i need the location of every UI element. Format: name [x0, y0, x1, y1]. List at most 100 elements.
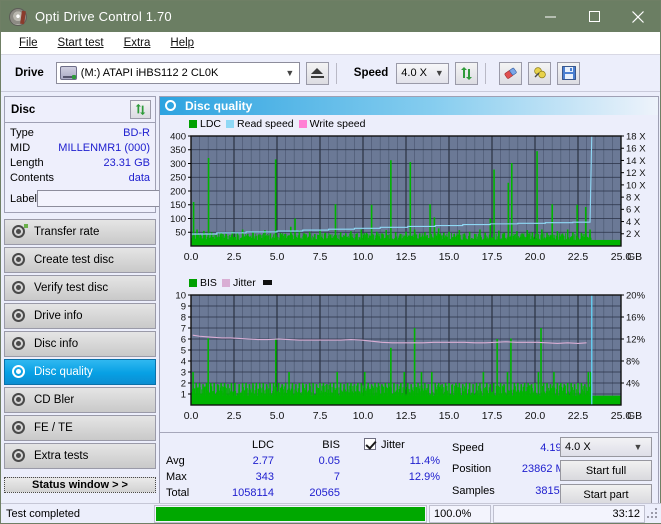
- jitter-checkbox-cell[interactable]: Jitter: [350, 437, 446, 454]
- status-bar: Test completed 100.0% 33:12: [1, 503, 661, 523]
- disc-label-row: Label: [10, 189, 150, 208]
- save-icon: [562, 66, 576, 80]
- disc-mid-value: MILLENMR1 (000): [58, 141, 150, 156]
- svg-text:16 X: 16 X: [626, 144, 646, 155]
- maximize-icon[interactable]: [572, 1, 616, 32]
- sidebar-item-fe-te[interactable]: FE / TE: [4, 415, 156, 441]
- svg-text:8%: 8%: [626, 356, 640, 367]
- speed-select-value: 4.0 X: [401, 67, 427, 79]
- gauge-icon: [11, 308, 27, 324]
- gauge-icon: [11, 420, 27, 436]
- test-speed-select[interactable]: 4.0 X ▼: [560, 437, 652, 457]
- svg-text:12.5: 12.5: [396, 410, 417, 422]
- sidebar-item-label: CD Bler: [34, 394, 74, 406]
- drive-select[interactable]: (M:) ATAPI iHBS112 2 CL0K ▼: [56, 62, 300, 84]
- svg-text:2.5: 2.5: [227, 251, 242, 263]
- chevron-down-icon: ▼: [430, 68, 448, 78]
- disc-length-value: 23.31 GB: [104, 156, 150, 171]
- svg-text:10 X: 10 X: [626, 180, 646, 191]
- sidebar-item-drive-info[interactable]: Drive info: [4, 303, 156, 329]
- menu-start-test[interactable]: Start test: [48, 34, 114, 52]
- disc-row-type: Type BD-R: [10, 126, 150, 141]
- disc-contents-label: Contents: [10, 171, 54, 186]
- gauge-icon: [11, 252, 27, 268]
- disc-contents-value: data: [129, 171, 150, 186]
- refresh-button[interactable]: [455, 62, 478, 85]
- sidebar-item-label: Create test disc: [34, 254, 114, 266]
- stats-total-ldc: 1058114: [218, 486, 288, 502]
- gauge-icon: [11, 392, 27, 408]
- drive-select-value: (M:) ATAPI iHBS112 2 CL0K: [81, 67, 281, 79]
- svg-text:0.0: 0.0: [184, 251, 199, 263]
- jitter-checkbox[interactable]: [364, 438, 376, 450]
- stats-avg-ldc: 2.77: [218, 454, 288, 470]
- toolbar-divider-1: [336, 63, 337, 84]
- svg-text:8: 8: [181, 312, 186, 323]
- stats-avg-jitter: 11.4%: [350, 454, 446, 470]
- sidebar-item-extra-tests[interactable]: Extra tests: [4, 443, 156, 469]
- svg-text:7: 7: [181, 323, 186, 334]
- stats-row-max: Max 343 7 12.9%: [166, 470, 446, 486]
- stats-col-bis: BIS: [288, 437, 350, 454]
- svg-text:5.0: 5.0: [270, 410, 285, 422]
- chevron-down-icon: ▼: [629, 442, 647, 452]
- legend-item-ldc: LDC: [189, 118, 221, 130]
- svg-text:5: 5: [181, 345, 186, 356]
- legend-item-read-speed: Read speed: [226, 118, 294, 130]
- disc-refresh-button[interactable]: [130, 100, 151, 119]
- stats-total-jitter: [350, 486, 446, 502]
- svg-text:22.5: 22.5: [568, 251, 589, 263]
- svg-text:18 X: 18 X: [626, 131, 646, 142]
- run-position-label: Position: [452, 459, 508, 481]
- disc-row-length: Length 23.31 GB: [10, 156, 150, 171]
- close-icon[interactable]: [616, 1, 660, 32]
- svg-text:200: 200: [170, 186, 186, 197]
- erase-button[interactable]: [499, 62, 522, 85]
- chart-ldc: 501001502002503003504002 X4 X6 X8 X10 X1…: [163, 130, 655, 273]
- sidebar-item-transfer-rate[interactable]: Transfer rate: [4, 219, 156, 245]
- start-full-button[interactable]: Start full: [560, 460, 652, 481]
- progress-fill: [156, 507, 425, 521]
- legend-label-ldc: LDC: [200, 118, 221, 130]
- eject-button[interactable]: [306, 62, 329, 85]
- minimize-icon[interactable]: [528, 1, 572, 32]
- svg-text:150: 150: [170, 200, 186, 211]
- svg-text:2: 2: [181, 378, 186, 389]
- status-window-button[interactable]: Status window > >: [4, 477, 156, 493]
- tools-button[interactable]: [528, 62, 551, 85]
- stats-table: LDC BIS Jitter Avg 2.77 0.05 11.4%: [166, 437, 446, 502]
- menu-extra[interactable]: Extra: [114, 34, 161, 52]
- disc-quality-icon: [165, 100, 178, 113]
- action-buttons: 4.0 X ▼ Start full Start part: [560, 437, 652, 505]
- window-title: Opti Drive Control 1.70: [35, 9, 172, 24]
- legend-chart2: BIS Jitter: [163, 276, 655, 289]
- start-part-button[interactable]: Start part: [560, 484, 652, 505]
- disc-panel-title: Disc: [11, 104, 35, 116]
- nav-list: Transfer rate Create test disc Verify te…: [4, 219, 156, 469]
- main-content: Disc quality LDC Read speed: [159, 92, 661, 496]
- svg-text:12%: 12%: [626, 334, 646, 345]
- save-button[interactable]: [557, 62, 580, 85]
- stats-max-bis: 7: [288, 470, 350, 486]
- body: Disc Type BD-R MID MILL: [1, 92, 660, 496]
- sidebar-item-disc-info[interactable]: Disc info: [4, 331, 156, 357]
- menu-file[interactable]: File: [9, 34, 48, 52]
- gauge-icon: [11, 224, 27, 240]
- svg-text:10: 10: [175, 290, 186, 301]
- resize-grip-icon[interactable]: [646, 507, 660, 521]
- sidebar-item-disc-quality[interactable]: Disc quality: [4, 359, 156, 385]
- svg-text:14 X: 14 X: [626, 156, 646, 167]
- stats-panel: LDC BIS Jitter Avg 2.77 0.05 11.4%: [160, 432, 658, 506]
- sidebar-item-cd-bler[interactable]: CD Bler: [4, 387, 156, 413]
- stats-row-label: Total: [166, 486, 218, 502]
- sidebar-item-verify-test-disc[interactable]: Verify test disc: [4, 275, 156, 301]
- speed-select[interactable]: 4.0 X ▼: [396, 63, 449, 84]
- menu-extra-label: Extra: [124, 37, 151, 49]
- sidebar-item-create-test-disc[interactable]: Create test disc: [4, 247, 156, 273]
- menu-help[interactable]: Help: [160, 34, 204, 52]
- stats-row-avg: Avg 2.77 0.05 11.4%: [166, 454, 446, 470]
- disc-panel-header: Disc: [5, 97, 155, 123]
- refresh-icon: [459, 66, 474, 81]
- disc-mid-label: MID: [10, 141, 30, 156]
- disc-type-value: BD-R: [123, 126, 150, 141]
